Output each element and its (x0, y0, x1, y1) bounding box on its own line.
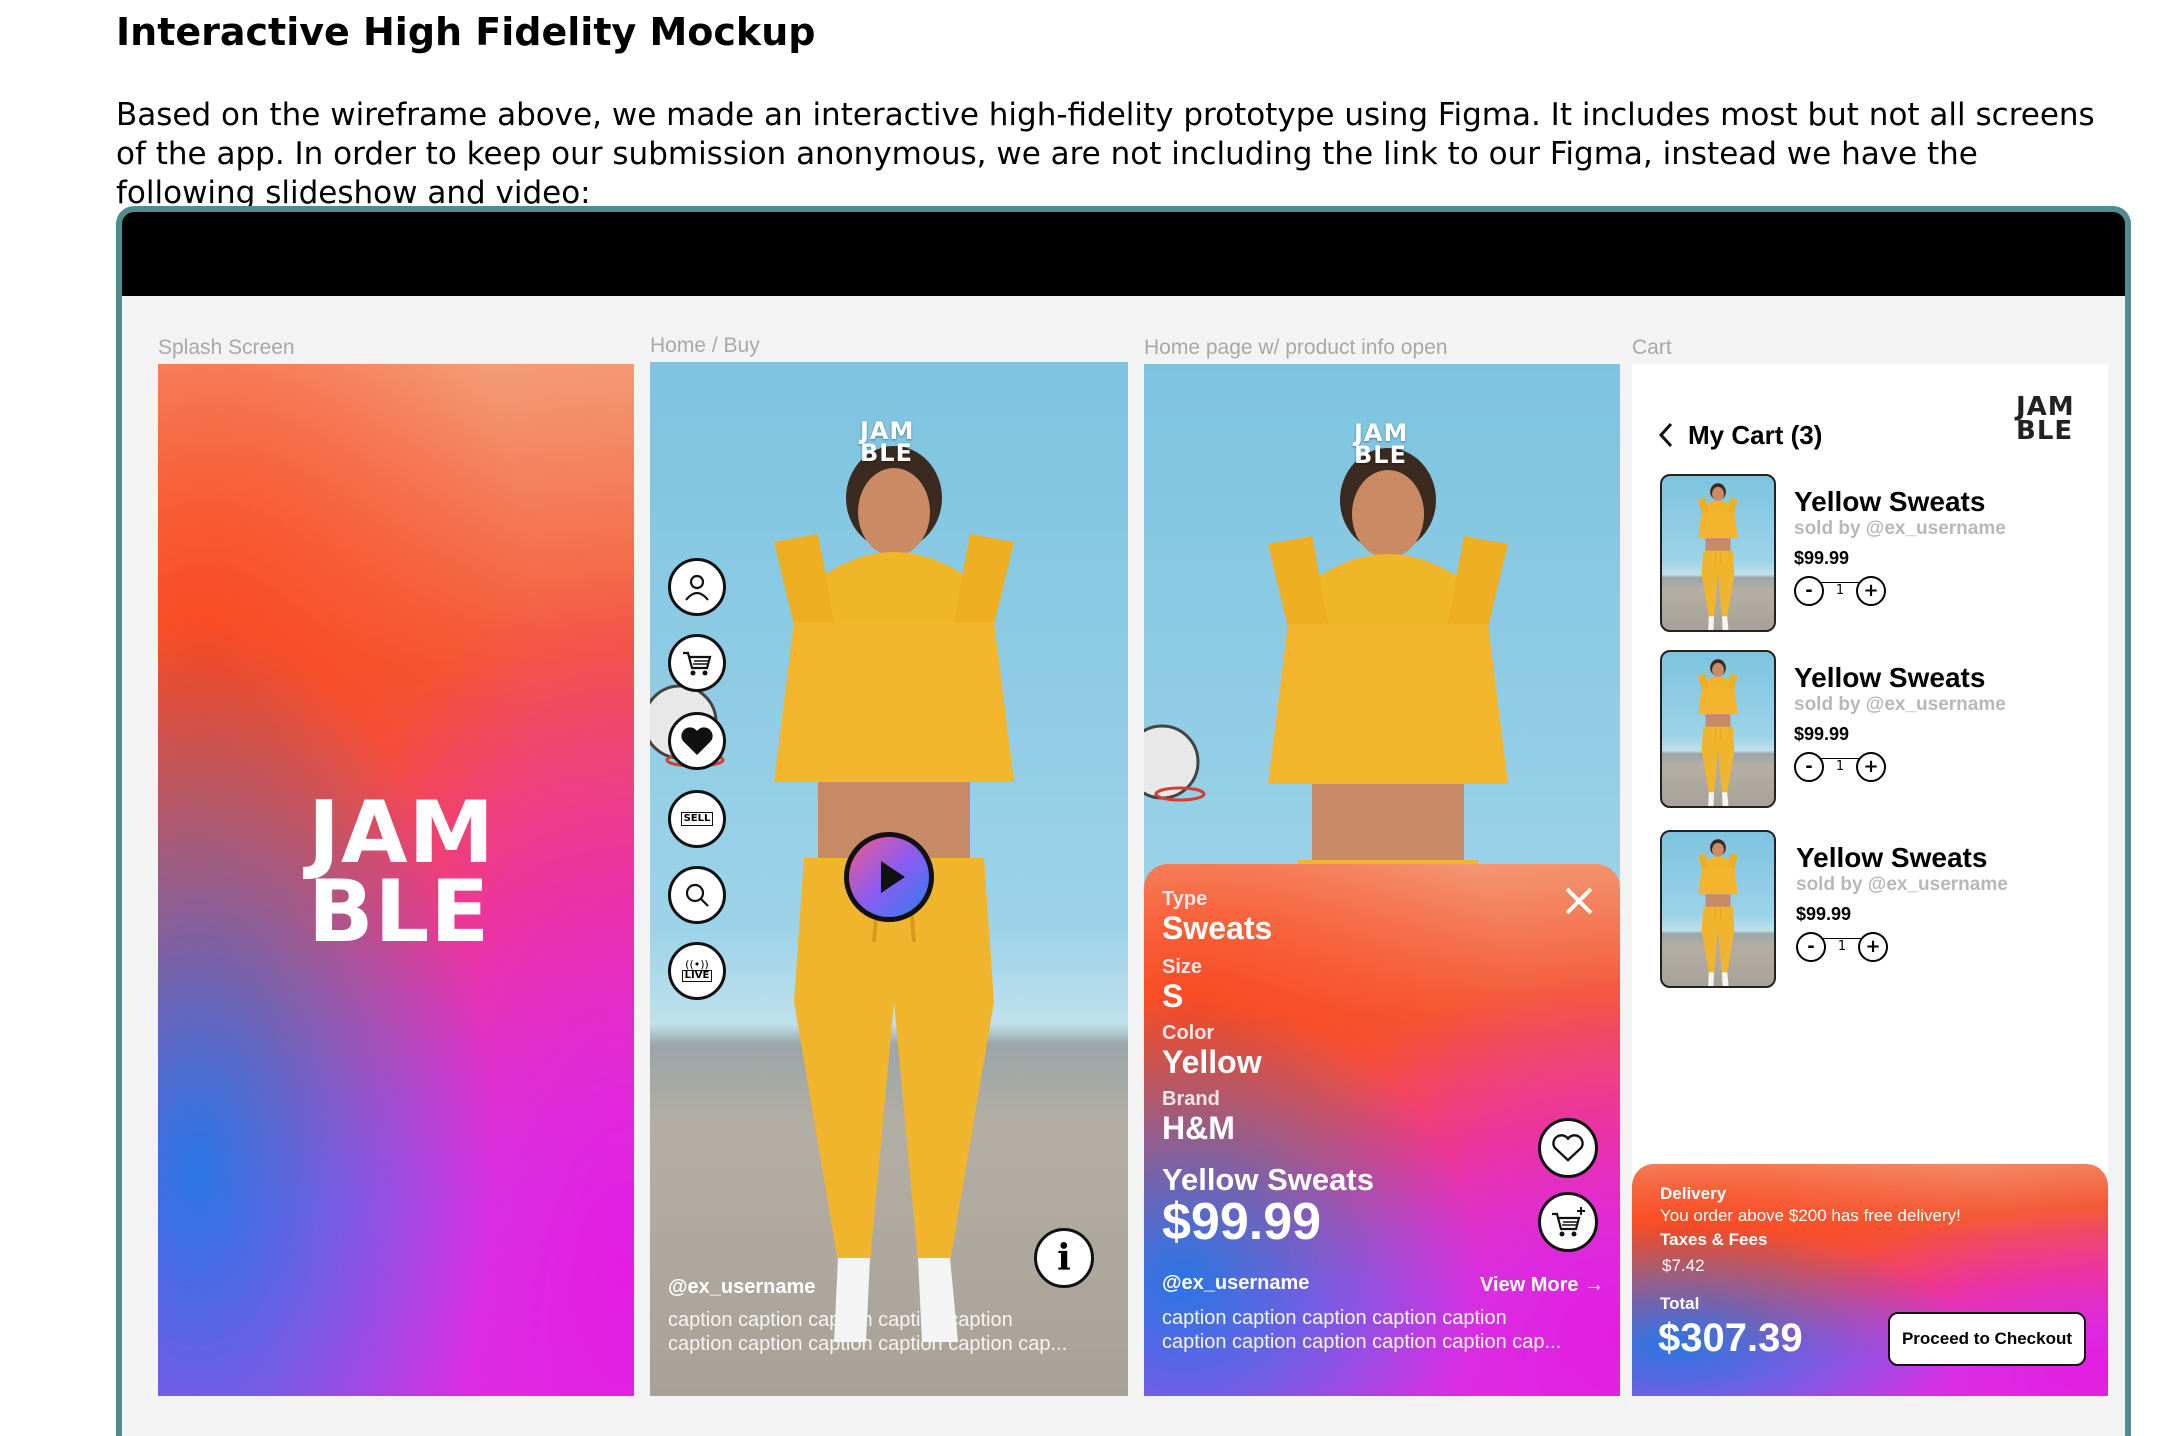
splash-screen-label: Splash Screen (158, 336, 295, 359)
size-label: Size (1162, 956, 1203, 978)
search-icon (685, 883, 709, 907)
cart-title: My Cart (3) (1688, 420, 1823, 450)
cart-screen: My Cart (3) JAM BLE Yellow Sweats sold b… (1632, 364, 2108, 1396)
quantity-value[interactable]: 1 (1822, 938, 1862, 954)
type-value: Sweats (1162, 910, 1273, 946)
like-button[interactable] (668, 712, 726, 770)
view-more-link[interactable]: View More → (1480, 1274, 1604, 1297)
color-label: Color (1162, 1022, 1215, 1044)
post-caption-line2: caption caption caption caption caption … (668, 1333, 1068, 1355)
back-chevron-icon[interactable] (1656, 420, 1676, 450)
product-screen: JAM BLE Type Sweats Size S Color Yellow … (1144, 364, 1620, 1396)
live-button[interactable]: ((•)) LIVE (668, 942, 726, 1000)
brand-value: H&M (1162, 1110, 1235, 1146)
cart-item-seller: sold by @ex_username (1794, 694, 2006, 715)
post-username[interactable]: @ex_username (668, 1276, 815, 1299)
section-heading: Interactive High Fidelity Mockup (116, 10, 816, 54)
increment-button[interactable]: + (1858, 932, 1888, 962)
cart-item-seller: sold by @ex_username (1796, 874, 2008, 895)
cart-button[interactable] (668, 634, 726, 692)
info-icon: i (1057, 1237, 1071, 1279)
heart-outline-icon (1552, 1134, 1584, 1162)
sell-icon: SELL (680, 812, 714, 826)
add-to-cart-icon (1552, 1207, 1585, 1237)
close-icon[interactable] (1562, 884, 1596, 918)
cart-item-name: Yellow Sweats (1794, 662, 1986, 693)
order-summary-panel: Delivery You order above $200 has free d… (1632, 1164, 2108, 1396)
product-screen-label: Home page w/ product info open (1144, 336, 1448, 359)
cart-screen-label: Cart (1632, 336, 1672, 359)
splash-screen: JAM BLE (158, 364, 634, 1396)
profile-icon (685, 574, 709, 601)
info-button[interactable]: i (1034, 1228, 1094, 1288)
quantity-stepper: - 1 + (1794, 752, 1886, 782)
product-logo: JAM BLE (1354, 419, 1409, 470)
total-label: Total (1660, 1294, 1700, 1313)
size-value: S (1162, 978, 1184, 1014)
product-info-sheet: Type Sweats Size S Color Yellow Brand H&… (1144, 864, 1620, 1396)
product-caption-line1: caption caption caption caption caption (1162, 1307, 1507, 1329)
color-value: Yellow (1162, 1044, 1262, 1080)
slideshow-top-bar (122, 212, 2125, 296)
home-screen-label: Home / Buy (650, 334, 760, 357)
cart-item-price: $99.99 (1794, 548, 1850, 568)
increment-button[interactable]: + (1856, 752, 1886, 782)
cart-item-price: $99.99 (1796, 904, 1852, 924)
cart-logo: JAM BLE (2016, 392, 2075, 446)
cart-item-thumbnail[interactable] (1660, 474, 1776, 632)
checkout-button[interactable]: Proceed to Checkout (1888, 1312, 2086, 1366)
home-logo: JAM BLE (860, 417, 915, 468)
cart-item-name: Yellow Sweats (1794, 486, 1986, 517)
like-button[interactable] (1538, 1118, 1598, 1178)
delivery-note: You order above $200 has free delivery! (1660, 1206, 1961, 1225)
live-icon: ((•)) LIVE (681, 959, 713, 982)
cart-item-name: Yellow Sweats (1796, 842, 1988, 873)
cart-item-price: $99.99 (1794, 724, 1850, 744)
quantity-value[interactable]: 1 (1820, 582, 1860, 598)
search-button[interactable] (668, 866, 726, 924)
brand-label: Brand (1162, 1088, 1220, 1110)
total-value: $307.39 (1658, 1316, 1803, 1360)
product-caption-line2: caption caption caption caption caption … (1162, 1331, 1562, 1353)
profile-button[interactable] (668, 558, 726, 616)
cart-item-thumbnail[interactable] (1660, 830, 1776, 988)
quantity-stepper: - 1 + (1794, 576, 1886, 606)
cart-item-thumbnail[interactable] (1660, 650, 1776, 808)
taxes-value: $7.42 (1662, 1256, 1705, 1275)
increment-button[interactable]: + (1856, 576, 1886, 606)
post-caption-line1: caption caption caption caption caption (668, 1309, 1013, 1331)
sell-button[interactable]: SELL (668, 790, 726, 848)
quantity-value[interactable]: 1 (1820, 758, 1860, 774)
seller-username[interactable]: @ex_username (1162, 1272, 1309, 1295)
cart-item-seller: sold by @ex_username (1794, 518, 2006, 539)
cart-icon (683, 651, 712, 676)
intro-paragraph: Based on the wireframe above, we made an… (116, 97, 2095, 211)
type-label: Type (1162, 888, 1208, 910)
taxes-label: Taxes & Fees (1660, 1230, 1768, 1249)
product-price: $99.99 (1162, 1193, 1322, 1251)
delivery-label: Delivery (1660, 1184, 1727, 1203)
quantity-stepper: - 1 + (1796, 932, 1888, 962)
play-button[interactable] (844, 832, 934, 922)
add-to-cart-button[interactable] (1538, 1192, 1598, 1252)
splash-logo: JAM BLE (308, 783, 496, 963)
heart-icon (681, 727, 713, 755)
play-icon (881, 861, 905, 893)
slideshow-frame: Splash Screen JAM BLE Home / Buy JAM BLE (116, 206, 2131, 1436)
home-screen: JAM BLE SELL ((•)) LIVE i @ex_username c… (650, 362, 1128, 1396)
